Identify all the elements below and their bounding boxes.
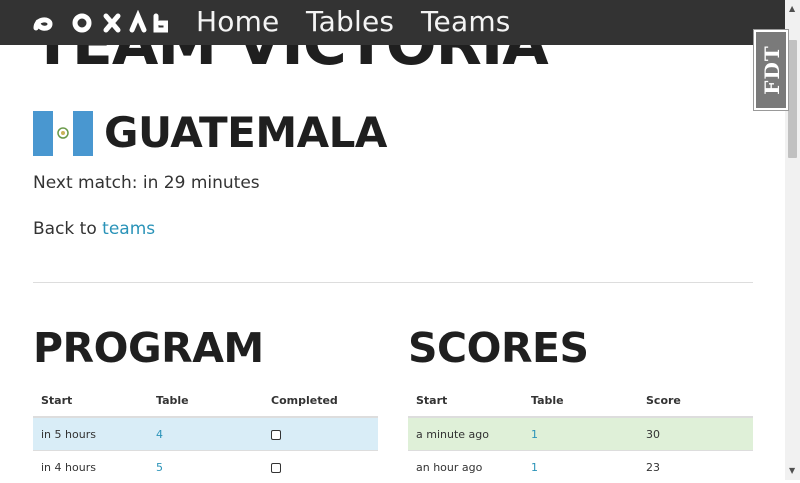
program-table-link[interactable]: 5 bbox=[156, 461, 163, 474]
program-header-row: Start Table Completed bbox=[33, 385, 378, 417]
table-row: an hour ago 1 23 bbox=[408, 451, 753, 483]
scores-col-score[interactable]: Score bbox=[638, 385, 753, 417]
nav-teams-link[interactable]: Teams bbox=[421, 5, 511, 39]
side-badge-label: FDT bbox=[760, 38, 784, 102]
scores-header-row: Start Table Score bbox=[408, 385, 753, 417]
table-row: in 5 hours 4 bbox=[33, 417, 378, 451]
scores-col-start[interactable]: Start bbox=[408, 385, 523, 417]
score-value-cell: 30 bbox=[638, 417, 753, 451]
completed-checkbox[interactable] bbox=[271, 430, 281, 440]
program-col-start[interactable]: Start bbox=[33, 385, 148, 417]
country-name: GUATEMALA bbox=[104, 107, 387, 159]
guatemala-flag-icon bbox=[33, 111, 93, 156]
completed-checkbox[interactable] bbox=[271, 463, 281, 473]
back-to-teams: Back to teams bbox=[33, 217, 155, 241]
scroll-up-arrow-icon[interactable]: ▲ bbox=[789, 4, 795, 13]
back-prefix: Back to bbox=[33, 219, 102, 239]
scrollbar-thumb[interactable] bbox=[788, 40, 797, 158]
nav-home-link[interactable]: Home bbox=[196, 5, 280, 39]
score-start-cell: an hour ago bbox=[408, 451, 523, 483]
program-title: PROGRAM bbox=[33, 322, 264, 374]
nav-tables-link[interactable]: Tables bbox=[306, 5, 394, 39]
program-table-link[interactable]: 4 bbox=[156, 428, 163, 441]
program-table: Start Table Completed in 5 hours 4 in 4 … bbox=[33, 385, 378, 483]
score-table-link[interactable]: 1 bbox=[531, 428, 538, 441]
scroll-down-arrow-icon[interactable]: ▼ bbox=[789, 466, 795, 475]
next-match-text: Next match: in 29 minutes bbox=[33, 171, 260, 195]
scores-col-table[interactable]: Table bbox=[523, 385, 638, 417]
scores-title: SCORES bbox=[408, 322, 589, 374]
table-row: in 4 hours 5 bbox=[33, 451, 378, 483]
score-start-cell: a minute ago bbox=[408, 417, 523, 451]
side-badge-button[interactable]: FDT bbox=[754, 30, 788, 110]
brand-logo[interactable] bbox=[32, 10, 168, 36]
top-navbar: Home Tables Teams bbox=[0, 0, 785, 45]
score-value-cell: 23 bbox=[638, 451, 753, 483]
table-row: a minute ago 1 30 bbox=[408, 417, 753, 451]
section-divider bbox=[33, 282, 753, 283]
program-start-cell: in 4 hours bbox=[33, 451, 148, 483]
program-start-cell: in 5 hours bbox=[33, 417, 148, 451]
program-col-completed[interactable]: Completed bbox=[263, 385, 378, 417]
scores-table: Start Table Score a minute ago 1 30 an h… bbox=[408, 385, 753, 483]
teams-link[interactable]: teams bbox=[102, 219, 155, 239]
score-table-link[interactable]: 1 bbox=[531, 461, 538, 474]
program-col-table[interactable]: Table bbox=[148, 385, 263, 417]
